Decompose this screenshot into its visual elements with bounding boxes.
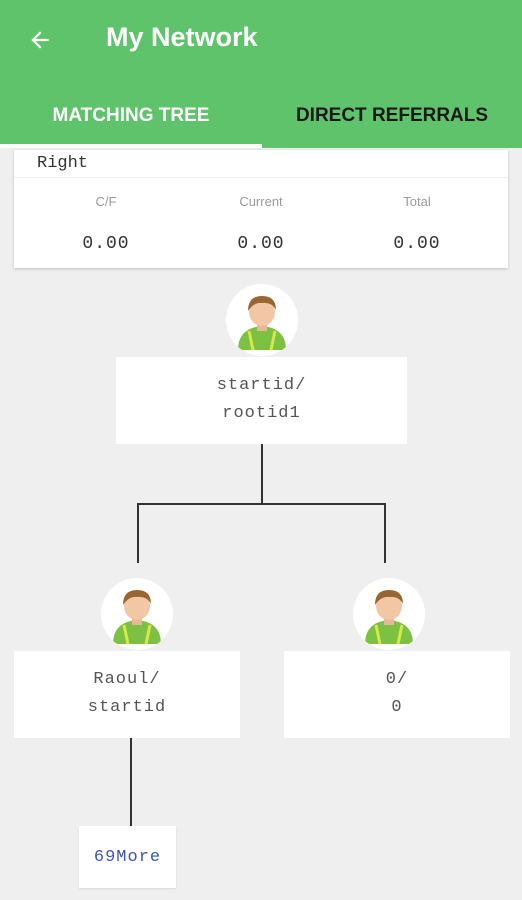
arrow-left-icon xyxy=(31,31,49,49)
root-node-avatar[interactable] xyxy=(226,284,298,356)
more-referrals-link[interactable]: 69More xyxy=(79,826,176,888)
divider xyxy=(14,177,508,178)
node-id-line: 0 xyxy=(391,698,403,717)
node-id-line: rootid1 xyxy=(222,404,301,423)
user-avatar-icon xyxy=(365,590,413,645)
tab-direct-referrals[interactable]: DIRECT REFERRALS xyxy=(262,96,522,136)
stat-total: Total 0.00 xyxy=(342,194,492,254)
root-node[interactable]: startid/ rootid1 xyxy=(116,357,407,444)
node-id-line: startid xyxy=(87,698,167,717)
tree-connector xyxy=(137,503,139,563)
stat-value: 0.00 xyxy=(393,234,441,254)
tree-connector xyxy=(261,444,263,504)
node-id-line: startid/ xyxy=(216,376,307,395)
left-node[interactable]: Raoul/ startid xyxy=(14,651,240,738)
back-button[interactable] xyxy=(20,20,60,60)
stat-value: 0.00 xyxy=(237,234,285,254)
tab-matching-tree[interactable]: MATCHING TREE xyxy=(0,96,262,136)
tree-connector xyxy=(137,503,386,505)
stat-label: Current xyxy=(239,194,283,209)
user-avatar-icon xyxy=(238,296,286,351)
node-id-line: Raoul/ xyxy=(93,670,161,689)
right-node-avatar[interactable] xyxy=(353,578,425,650)
stat-current: Current 0.00 xyxy=(186,194,336,254)
stat-carry-forward: C/F 0.00 xyxy=(31,194,181,254)
summary-card: Right C/F 0.00 Current 0.00 Total 0.00 xyxy=(14,150,508,268)
node-id-line: 0/ xyxy=(385,670,409,689)
page-title: My Network xyxy=(106,22,258,52)
app-bar: My Network MATCHING TREE DIRECT REFERRAL… xyxy=(0,0,522,148)
user-avatar-icon xyxy=(113,590,161,645)
stat-value: 0.00 xyxy=(82,234,130,254)
right-node[interactable]: 0/ 0 xyxy=(284,651,510,738)
stat-label: C/F xyxy=(95,194,117,209)
tree-connector xyxy=(384,503,386,563)
stat-label: Total xyxy=(403,194,431,209)
selected-tab-indicator xyxy=(0,144,262,148)
left-node-avatar[interactable] xyxy=(101,578,173,650)
side-label: Right xyxy=(37,154,89,173)
tree-connector xyxy=(130,738,132,828)
